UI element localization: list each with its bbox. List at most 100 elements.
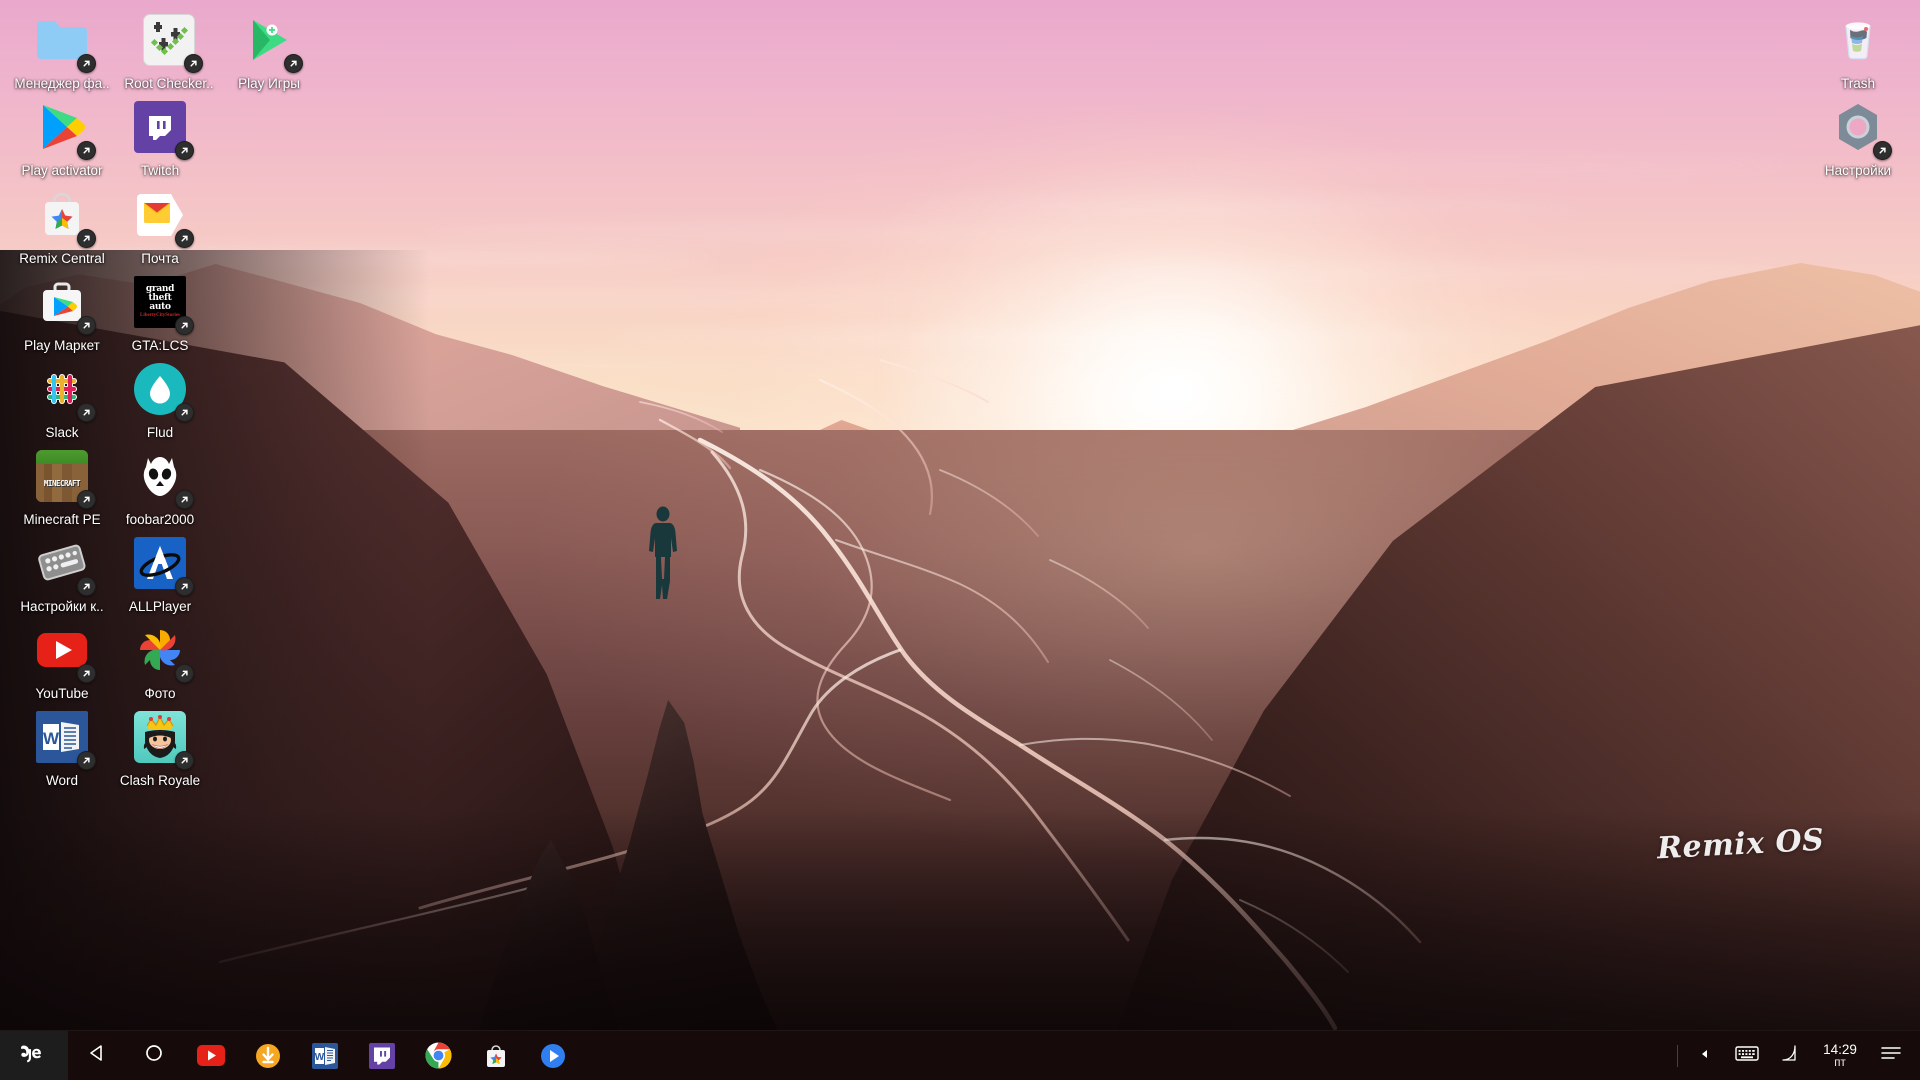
desktop-icon-flud[interactable]: Flud <box>98 359 222 441</box>
desktop-icon-label: Slack <box>45 425 79 440</box>
system-tray[interactable]: 14:29 пт <box>1671 1031 1920 1080</box>
keyboard-icon <box>32 533 96 596</box>
taskbar-app-play-games[interactable] <box>524 1031 581 1080</box>
tray-keyboard-button[interactable] <box>1726 1031 1768 1080</box>
shortcut-badge-icon <box>77 54 96 73</box>
tray-separator <box>1677 1044 1678 1067</box>
slack-icon <box>32 359 96 422</box>
root-checker-icon <box>139 10 203 73</box>
hamburger-lines-icon <box>1880 1045 1902 1066</box>
taskbar-app-remix-central[interactable] <box>467 1031 524 1080</box>
word-icon: W <box>311 1042 339 1070</box>
play-games-icon <box>239 10 303 73</box>
youtube-icon <box>32 620 96 683</box>
shortcut-badge-icon <box>77 577 96 596</box>
play-store-tri-icon <box>32 97 96 160</box>
taskbar-app-youtube[interactable] <box>182 1031 239 1080</box>
desktop-icon-label: Remix Central <box>19 251 105 266</box>
start-menu-button[interactable] <box>0 1030 68 1080</box>
svg-text:W: W <box>43 729 60 748</box>
chrome-icon <box>425 1042 453 1070</box>
tray-screenshot-button[interactable] <box>1768 1031 1810 1080</box>
desktop-icon-label: Root Checker.. <box>124 76 214 91</box>
taskbar-app-word[interactable]: W <box>296 1031 353 1080</box>
shortcut-badge-icon <box>175 490 194 509</box>
desktop-icon-settings[interactable]: Настройки <box>1796 97 1920 179</box>
shortcut-badge-icon <box>284 54 303 73</box>
back-triangle-icon <box>87 1043 107 1068</box>
taskbar-back-button[interactable] <box>68 1031 125 1080</box>
home-circle-icon <box>144 1043 164 1068</box>
desktop-icon-label: Trash <box>1840 76 1875 91</box>
shortcut-badge-icon <box>175 664 194 683</box>
shortcut-badge-icon <box>175 403 194 422</box>
shortcut-badge-icon <box>175 316 194 335</box>
desktop-icon-photos[interactable]: Фото <box>98 620 222 702</box>
shortcut-badge-icon <box>77 403 96 422</box>
desktop-icon-trash[interactable]: Trash <box>1796 10 1920 92</box>
shortcut-badge-icon <box>77 751 96 770</box>
desktop-icon-label: ALLPlayer <box>128 599 192 614</box>
svg-text:W: W <box>314 1052 324 1063</box>
shortcut-badge-icon <box>77 141 96 160</box>
desktop-icon-label: Flud <box>146 425 174 440</box>
shortcut-badge-icon <box>175 751 194 770</box>
taskbar[interactable]: W 14:29 пт <box>0 1030 1920 1080</box>
desktop-icon-label: YouTube <box>35 686 89 701</box>
desktop-icon-label: Play Маркет <box>24 338 100 353</box>
desktop-icon-file-manager[interactable]: Менеджер фа.. <box>0 10 124 92</box>
desktop-icon-label: Почта <box>141 251 179 266</box>
play-round-icon <box>539 1042 567 1070</box>
remix-logo-icon <box>19 1041 49 1070</box>
remix-central-icon <box>482 1042 510 1070</box>
download-arrow-icon <box>254 1042 282 1070</box>
desktop-icon-label: Фото <box>144 686 176 701</box>
taskbar-app-downloads[interactable] <box>239 1031 296 1080</box>
play-market-icon <box>32 272 96 335</box>
taskbar-clock[interactable]: 14:29 пт <box>1810 1031 1870 1080</box>
shortcut-badge-icon <box>175 577 194 596</box>
shortcut-badge-icon <box>1873 141 1892 160</box>
desktop-icon-foobar2000[interactable]: foobar2000 <box>98 446 222 528</box>
clock-day: пт <box>1834 1056 1846 1069</box>
word-icon: W <box>32 707 96 770</box>
desktop-icon-clash-royale[interactable]: Clash Royale <box>98 707 222 789</box>
tray-show-hidden-button[interactable] <box>1684 1031 1726 1080</box>
youtube-icon <box>196 1042 225 1070</box>
shortcut-badge-icon <box>77 664 96 683</box>
desktop-icon-area[interactable]: Менеджер фа.. Root Checker.. Play Игры P… <box>0 0 1920 1030</box>
clock-time: 14:29 <box>1823 1041 1857 1057</box>
shortcut-badge-icon <box>184 54 203 73</box>
shortcut-badge-icon <box>175 229 194 248</box>
desktop-icon-play-games[interactable]: Play Игры <box>207 10 331 92</box>
chevron-left-icon <box>1699 1047 1711 1065</box>
remix-central-icon <box>32 185 96 248</box>
shortcut-badge-icon <box>77 316 96 335</box>
shortcut-badge-icon <box>77 490 96 509</box>
trash-icon <box>1828 10 1888 70</box>
taskbar-home-button[interactable] <box>125 1031 182 1080</box>
shortcut-badge-icon <box>175 141 194 160</box>
desktop-icon-twitch[interactable]: Twitch <box>98 97 222 179</box>
desktop-icon-mail[interactable]: Почта <box>98 185 222 267</box>
keyboard-tray-icon <box>1735 1044 1759 1067</box>
desktop-icon-label: foobar2000 <box>125 512 195 527</box>
flud-icon <box>130 359 194 422</box>
desktop-icon-gta-lcs[interactable]: grand theft auto LibertyCityStories GTA:LC… <box>98 272 222 354</box>
minecraft-icon: MINECRAFT <box>32 446 96 509</box>
desktop-icon-label: Менеджер фа.. <box>14 76 110 91</box>
desktop-icon-label: Word <box>45 773 78 788</box>
gta-lcs-icon: grand theft auto LibertyCityStories <box>130 272 194 335</box>
notifications-button[interactable] <box>1870 1031 1912 1080</box>
folder-icon <box>32 10 96 73</box>
taskbar-app-chrome[interactable] <box>410 1031 467 1080</box>
twitch-icon <box>368 1042 396 1070</box>
corner-fold-icon <box>1779 1043 1799 1068</box>
desktop-icon-label: Play Игры <box>238 76 300 91</box>
desktop-icon-allplayer[interactable]: ALLPlayer <box>98 533 222 615</box>
mail-icon <box>130 185 194 248</box>
taskbar-app-twitch[interactable] <box>353 1031 410 1080</box>
desktop-icon-label: GTA:LCS <box>131 338 189 353</box>
desktop-icon-label: Play activator <box>21 163 103 178</box>
desktop-icon-label: Настройки к.. <box>20 599 104 614</box>
